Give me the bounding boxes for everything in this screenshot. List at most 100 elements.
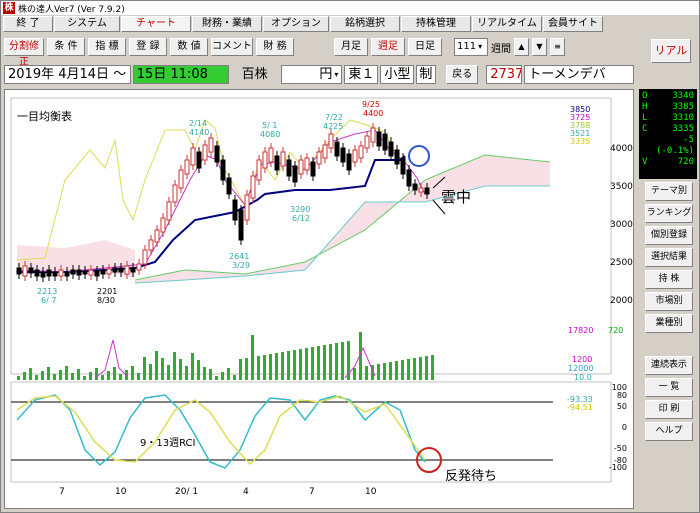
candle-body [130, 267, 136, 273]
side-button[interactable]: 連続表示 [645, 356, 693, 375]
side-button[interactable]: 一 覧 [645, 378, 693, 397]
back-button[interactable]: 戻る [446, 64, 479, 84]
side-button[interactable]: 選択結果 [645, 248, 693, 267]
volume-bar [191, 353, 194, 380]
quote-key: V [642, 157, 648, 167]
menu-item[interactable]: リアルタイム [472, 16, 542, 32]
toolbar-button[interactable]: 数 値 [170, 38, 208, 56]
arrow-up-icon[interactable]: ▲ [514, 38, 529, 56]
quote-row: V 720 [642, 157, 694, 168]
candle-body [136, 263, 142, 271]
side-button[interactable]: 個別登録 [645, 226, 693, 245]
toolbar-button[interactable]: 指 標 [88, 38, 126, 56]
volume-bar [47, 367, 50, 380]
volume-bar [113, 367, 116, 380]
currency-select[interactable]: 円 ▾ [280, 64, 343, 84]
quote-row: -5 [642, 135, 694, 146]
candle-body [70, 269, 76, 275]
quote-row: O 3340 [642, 91, 694, 102]
menu-item[interactable]: チャート [121, 16, 191, 32]
right-panel: O 3340 H 3385 L 3310 C 3335 -5 (-0.1%) V 720 テーマ別 ラン… [639, 89, 699, 509]
candle-body [418, 187, 424, 193]
volume-bar [173, 352, 176, 380]
candle-body [190, 147, 196, 166]
peak-label: 9/25 [362, 100, 380, 109]
toolbar-button[interactable]: 財 務 [256, 38, 294, 56]
volume-bar [227, 368, 230, 380]
menu-item[interactable]: 財務・業績 [192, 16, 262, 32]
menu-bar: 終 了システム チャート 財務・業績 オプション 銘柄選択 持株管理 リアルタイム 会員サイト [1, 15, 699, 33]
peak-label: 3/29 [232, 261, 250, 270]
volume-bar [413, 358, 416, 380]
toolbar-button[interactable]: 分割修正 [4, 38, 44, 68]
peak-label: 2213 [37, 287, 57, 296]
market-field: 東１ [344, 64, 379, 84]
side-button[interactable]: 印 刷 [645, 400, 693, 419]
toolbar-button[interactable]: 登 録 [129, 38, 167, 56]
volume-bar [161, 358, 164, 380]
side-button[interactable]: 持 株 [645, 270, 693, 289]
volume-bar [53, 374, 56, 380]
chart-title: 一目均衡表 [17, 109, 72, 123]
side-button[interactable]: ランキング [645, 204, 693, 223]
volume-bar [149, 364, 152, 380]
system-field: 制 [416, 64, 437, 84]
menu-item[interactable]: オプション [263, 16, 329, 32]
menu-item[interactable]: 終 了 [3, 16, 53, 32]
toolbar-button[interactable]: 条 件 [47, 38, 85, 56]
volume-bar [311, 347, 314, 380]
toolbar-button[interactable]: コメント [211, 38, 253, 56]
volume-bar [185, 366, 188, 380]
title-bar: 株 株の達人Ver7 (Ver 7.9.2) [1, 1, 699, 15]
chart-canvas[interactable]: 一目均衡表40003500300025002000385037253788352… [5, 90, 635, 510]
realtime-button[interactable]: リアル [651, 39, 691, 63]
date-from-field[interactable]: 2019年 4月14日 ～ [4, 64, 131, 84]
volume-bar [221, 372, 224, 380]
rci-pane-frame [10, 381, 612, 483]
candle-body [280, 151, 286, 167]
toolbar-button[interactable]: 週足 [371, 38, 405, 56]
candle-body [388, 141, 394, 157]
candle-body [334, 141, 340, 157]
candle-body [202, 144, 208, 161]
toolbar-button[interactable]: 月足 [334, 38, 368, 56]
volume-value: 17820 [568, 326, 593, 335]
volume-bar [65, 366, 68, 380]
menu-item[interactable]: 銘柄選択 [330, 16, 400, 32]
app-logo-icon: 株 [3, 2, 15, 14]
volume-bar [179, 359, 182, 380]
side-button[interactable]: テーマ別 [645, 182, 693, 201]
toolbar-button[interactable]: 日足 [408, 38, 442, 56]
candle-body [304, 157, 310, 171]
volume-bar [305, 348, 308, 380]
menu-item[interactable]: 持株管理 [401, 16, 471, 32]
volume-value: 10.0 [574, 373, 592, 382]
volume-bar [71, 373, 74, 380]
volume-bar [389, 362, 392, 380]
volume-bar [23, 372, 26, 380]
menu-icon[interactable]: ≡ [550, 38, 565, 56]
candle-body [256, 159, 262, 181]
volume-bar [89, 372, 92, 380]
volume-bar [275, 353, 278, 380]
x-tick-label: 7 [59, 487, 65, 497]
date-to-field[interactable]: 15日 11:08 [132, 64, 229, 84]
candle-body [154, 229, 160, 243]
volume-bar [269, 354, 272, 380]
volume-bar [215, 376, 218, 380]
menu-item[interactable]: システム [54, 16, 120, 32]
volume-bar [29, 368, 32, 380]
unit-label: 百株 [230, 64, 279, 84]
stock-code[interactable]: 2737 [486, 64, 523, 84]
side-button[interactable]: 業種別 [645, 314, 693, 333]
side-button[interactable]: 市場別 [645, 292, 693, 311]
side-button[interactable]: ヘルプ [645, 422, 693, 441]
menu-item[interactable]: 会員サイト [543, 16, 603, 32]
period-select[interactable]: 111 ▾ [454, 38, 488, 56]
highlight-circle [408, 145, 430, 167]
volume-bar [365, 366, 368, 380]
quote-value: -5 [683, 135, 694, 145]
candle-body [364, 135, 370, 149]
arrow-down-icon[interactable]: ▼ [532, 38, 547, 56]
candle-body [250, 175, 256, 199]
